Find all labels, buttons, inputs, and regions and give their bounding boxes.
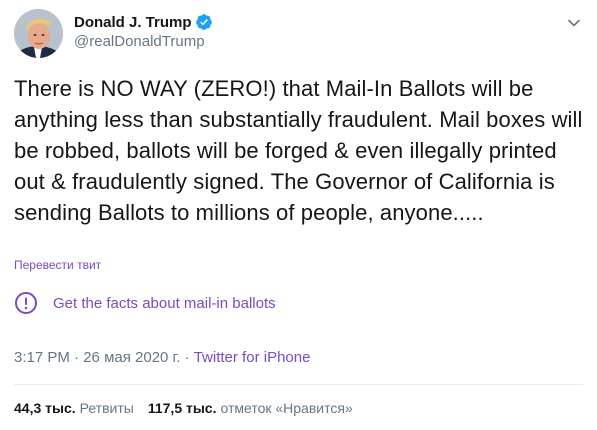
facts-notice-label[interactable]: Get the facts about mail-in ballots [53,295,276,312]
chevron-down-icon[interactable] [565,14,583,32]
facts-notice[interactable]: Get the facts about mail-in ballots [14,285,276,321]
likes-stat[interactable]: 117,5 тыс. отметок «Нравится» [148,400,353,416]
author-info[interactable]: Donald J. Trump @realDonaldTrump [74,12,213,50]
tweet-source-link[interactable]: Twitter for iPhone [194,349,311,366]
exclamation-circle-icon [14,291,38,315]
tweet-header: Donald J. Trump @realDonaldTrump [14,8,583,58]
user-handle[interactable]: @realDonaldTrump [74,33,213,50]
tweet-text: There is NO WAY (ZERO!) that Mail-In Bal… [14,76,583,225]
retweets-stat[interactable]: 44,3 тыс. Ретвиты [14,400,134,416]
avatar[interactable] [14,9,63,58]
tweet-date[interactable]: 26 мая 2020 г. [83,349,180,366]
retweets-label: Ретвиты [79,400,134,416]
retweets-count: 44,3 тыс. [14,400,76,416]
divider [14,384,583,385]
tweet-card: Donald J. Trump @realDonaldTrump There i… [0,0,597,430]
verified-badge-icon [195,13,213,31]
tweet-stats: 44,3 тыс. Ретвиты 117,5 тыс. отметок «Нр… [14,400,353,416]
name-row: Donald J. Trump [74,12,213,32]
display-name[interactable]: Donald J. Trump [74,14,192,31]
avatar-image [14,9,63,58]
meta-separator: · [180,349,194,366]
likes-count: 117,5 тыс. [147,400,217,416]
tweet-metadata: 3:17 PM · 26 мая 2020 г. · Twitter for i… [14,349,310,366]
likes-label: отметок «Нравится» [220,400,353,416]
translate-tweet-link[interactable]: Перевести твит [14,258,101,272]
meta-separator: · [69,349,84,366]
tweet-time[interactable]: 3:17 PM [14,349,70,366]
